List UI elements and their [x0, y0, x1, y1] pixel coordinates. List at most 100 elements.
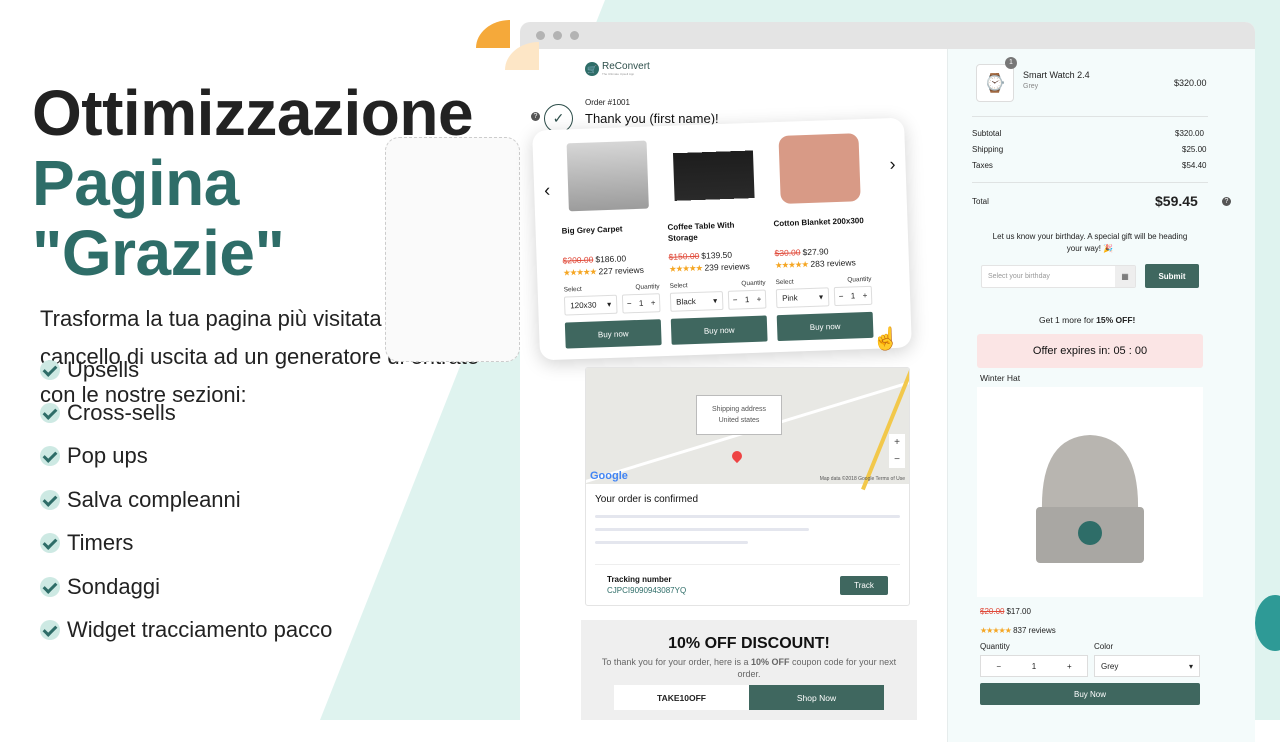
increment-button[interactable]: +	[1067, 662, 1072, 671]
map-zoom-controls: + −	[889, 434, 905, 468]
dropdown-arrow-icon: ▾	[607, 299, 612, 310]
window-dot	[570, 31, 579, 40]
product-card: Big Grey Carpet $200.00 $186.00 ★★★★★ 227…	[559, 140, 662, 349]
star-rating: ★★★★★	[562, 266, 597, 278]
tracking-number: CJPCI9090943087YQ	[607, 586, 687, 595]
track-button[interactable]: Track	[840, 575, 888, 595]
divider	[972, 182, 1208, 183]
star-rating: ★★★★★	[774, 259, 809, 271]
order-number: Order #1001	[585, 98, 630, 107]
product-card: Coffee Table With Storage $150.00 $139.50…	[665, 136, 768, 345]
window-dot	[536, 31, 545, 40]
buy-now-button[interactable]: Buy now	[564, 319, 662, 349]
decor-orange-shape	[476, 20, 510, 48]
birthday-text: Let us know your birthday. A special gif…	[992, 232, 1188, 253]
carousel-ghost-card	[385, 137, 520, 362]
feature-item: Widget tracciamento pacco	[40, 608, 332, 651]
shipping-map[interactable]: Shipping address United states + − Google …	[586, 368, 909, 491]
subtotal-value: $320.00	[1175, 129, 1204, 138]
google-logo: Google	[590, 470, 628, 482]
total-label: Total	[972, 197, 989, 206]
quantity-stepper[interactable]: −1 +	[621, 293, 661, 314]
tracking-label: Tracking number	[607, 575, 672, 584]
cart-logo-icon: 🛒	[585, 62, 599, 76]
zoom-in-button[interactable]: +	[889, 434, 905, 451]
offer-timer: Offer expires in: 05 : 00	[977, 334, 1203, 368]
check-icon	[40, 489, 60, 510]
feature-item: Salva compleanni	[40, 478, 332, 521]
color-select[interactable]: Grey ▾	[1094, 655, 1200, 677]
decrement-button[interactable]: −	[996, 662, 1001, 671]
birthday-input[interactable]: Select your birthday ▦	[981, 265, 1136, 288]
feature-item: Upsells	[40, 348, 332, 391]
store-logo: 🛒 ReConvert The Ultimate Upsell App	[585, 62, 650, 76]
upsell-carousel: ‹ › Big Grey Carpet $200.00 $186.00 ★★★★★…	[532, 117, 912, 361]
offer-product-name: Winter Hat	[980, 373, 1021, 383]
hand-cursor-icon: ☝	[872, 326, 900, 351]
quantity-badge: 1	[1005, 57, 1017, 69]
offer-price: $20.00 $17.00	[980, 607, 1031, 616]
dropdown-arrow-icon: ▾	[818, 292, 824, 302]
quantity-stepper[interactable]: −1 +	[727, 289, 767, 310]
variant-select[interactable]: Pink ▾	[775, 287, 830, 309]
divider	[972, 116, 1208, 117]
product-card: Cotton Blanket 200x300 $30.00 $27.90 ★★★★…	[770, 133, 874, 342]
browser-titlebar	[520, 22, 1255, 49]
shipping-label: Shipping	[972, 145, 1004, 154]
total-value: $59.45	[1155, 193, 1198, 209]
item-variant: Grey	[1023, 83, 1039, 90]
order-confirmed-text: Your order is confirmed	[595, 494, 699, 505]
star-rating: ★★★★★	[668, 262, 703, 274]
check-icon	[40, 620, 60, 641]
birthday-submit-button[interactable]: Submit	[1145, 264, 1199, 288]
carousel-prev-button[interactable]: ‹	[544, 180, 551, 201]
offer-quantity-stepper[interactable]: −1 +	[980, 655, 1088, 677]
winter-hat-image	[977, 387, 1203, 597]
decor-peach-shape	[505, 42, 539, 70]
feature-item: Timers	[40, 522, 332, 565]
shop-now-button[interactable]: Shop Now	[749, 685, 884, 710]
discount-title: 10% OFF DISCOUNT!	[668, 635, 830, 652]
dropdown-arrow-icon: ▾	[712, 296, 718, 306]
feature-item: Sondaggi	[40, 565, 332, 608]
discount-text: To thank you for your order, here is a 1…	[601, 657, 897, 679]
coupon-code[interactable]: TAKE10OFF	[614, 685, 749, 710]
offer-rating: ★★★★★ 837 reviews	[980, 626, 1056, 635]
subtotal-label: Subtotal	[972, 129, 1002, 138]
help-icon[interactable]: ?	[1222, 197, 1231, 206]
window-dot	[553, 31, 562, 40]
calendar-icon[interactable]: ▦	[1115, 266, 1135, 287]
discount-section: 10% OFF DISCOUNT! To thank you for your …	[581, 620, 917, 720]
carousel-next-button[interactable]: ›	[889, 154, 896, 175]
feature-list: Upsells Cross-sells Pop ups Salva comple…	[40, 348, 332, 652]
check-icon	[40, 359, 60, 380]
help-icon[interactable]: ?	[531, 112, 540, 121]
variant-select[interactable]: 120x30 ▾	[563, 294, 618, 316]
quantity-stepper[interactable]: −1 +	[833, 285, 873, 307]
taxes-value: $54.40	[1182, 161, 1207, 170]
offer-buy-now-button[interactable]: Buy Now	[980, 683, 1200, 705]
map-info-bubble: Shipping address United states	[696, 395, 782, 435]
dropdown-arrow-icon: ▾	[1188, 661, 1193, 671]
hat-icon	[1036, 435, 1144, 563]
placeholder-line	[595, 528, 809, 531]
taxes-label: Taxes	[972, 161, 993, 170]
item-name: Smart Watch 2.4	[1023, 70, 1090, 80]
check-icon	[40, 446, 60, 467]
feature-item: Cross-sells	[40, 391, 332, 434]
item-price: $320.00	[1174, 78, 1207, 88]
color-label: Color	[1094, 642, 1114, 651]
buy-now-button[interactable]: Buy now	[670, 315, 768, 345]
zoom-out-button[interactable]: −	[889, 451, 905, 468]
quantity-label: Quantity	[980, 642, 1010, 651]
tracking-widget: Shipping address United states + − Google …	[585, 367, 910, 606]
offer-headline: Get 1 more for 15% OFF!	[1039, 315, 1136, 325]
variant-select[interactable]: Black ▾	[669, 291, 724, 312]
buy-now-button[interactable]: Buy now	[776, 311, 874, 342]
map-pin-icon	[729, 448, 745, 464]
check-icon	[40, 403, 60, 424]
placeholder-line	[595, 515, 900, 518]
check-icon	[40, 576, 60, 597]
check-icon	[40, 533, 60, 554]
product-image	[778, 133, 861, 204]
